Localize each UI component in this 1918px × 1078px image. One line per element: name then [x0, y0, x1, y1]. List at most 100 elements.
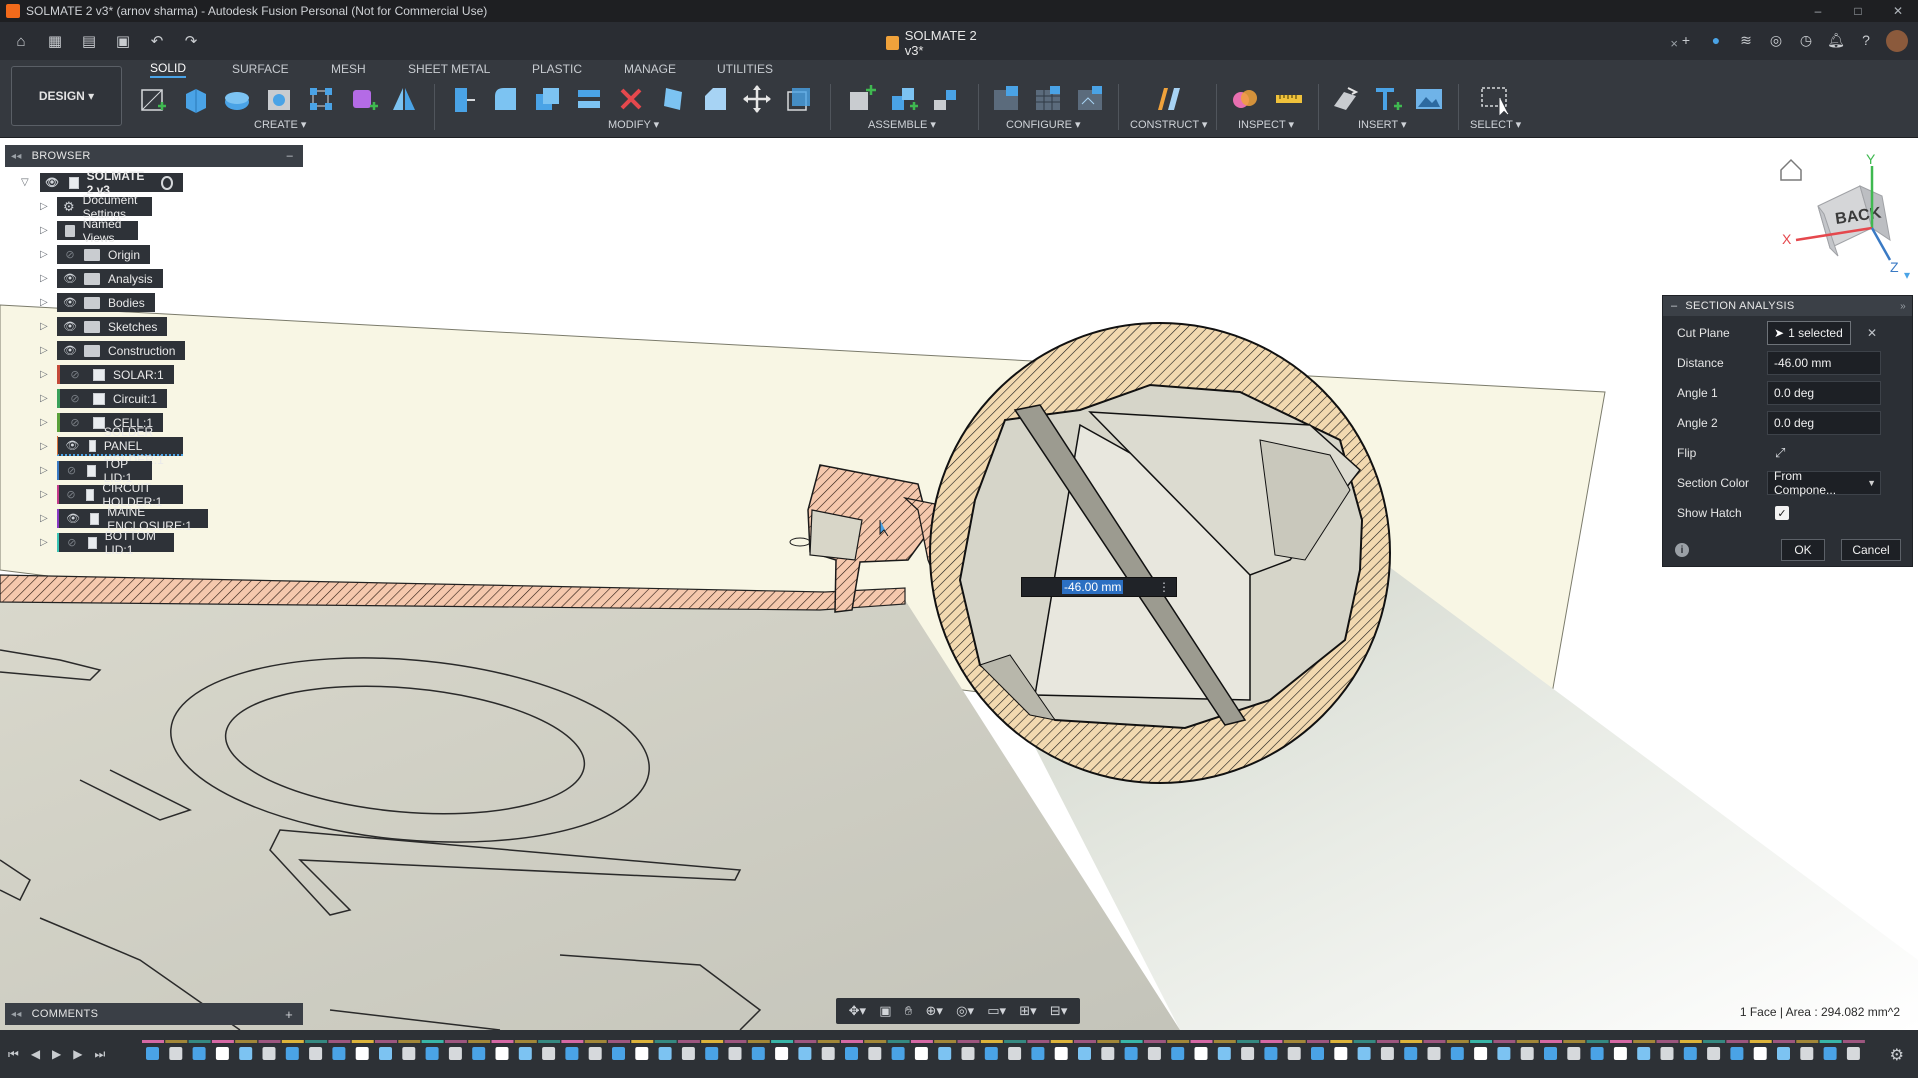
timeline-feature-icon[interactable]	[984, 1047, 998, 1060]
maximize-button[interactable]: □	[1838, 0, 1878, 22]
browser-item[interactable]: ⚙ Document Settings	[57, 193, 152, 221]
tab-utilities[interactable]: UTILITIES	[717, 60, 773, 78]
timeline-feature-icon[interactable]	[938, 1047, 952, 1060]
section-analysis-header[interactable]: – SECTION ANALYSIS »	[1663, 296, 1912, 316]
browser-item[interactable]: 👁︎ Construction	[57, 341, 186, 360]
browser-item[interactable]: 👁︎ MAINE ENCLOSURE:1	[57, 505, 208, 533]
interference-icon[interactable]	[1228, 82, 1262, 116]
zoom-icon[interactable]: ⊕▾	[925, 1003, 942, 1019]
timeline-feature-icon[interactable]	[1777, 1047, 1790, 1060]
configure-rules-icon[interactable]	[1074, 82, 1108, 116]
select-box-icon[interactable]	[1478, 82, 1512, 116]
measure-icon[interactable]	[1272, 82, 1306, 116]
help-icon[interactable]: ?	[1856, 30, 1876, 50]
timeline-feature-icon[interactable]	[1474, 1047, 1488, 1060]
play-icon[interactable]: ▶	[52, 1047, 61, 1062]
split-body-icon[interactable]	[572, 82, 606, 116]
timeline-feature-icon[interactable]	[1660, 1047, 1674, 1060]
timeline-feature-icon[interactable]	[1101, 1047, 1115, 1060]
create-group-label[interactable]: CREATE ▾	[254, 118, 306, 131]
timeline-feature-icon[interactable]	[1031, 1047, 1045, 1060]
timeline-feature-icon[interactable]	[1730, 1047, 1744, 1060]
create-sketch-icon[interactable]	[136, 82, 170, 116]
fit-icon[interactable]: ◎▾	[956, 1003, 974, 1019]
cancel-button[interactable]: Cancel	[1841, 539, 1901, 561]
browser-item[interactable]: ⊘ BOTTOM LID:1	[57, 529, 175, 557]
timeline-feature-icon[interactable]	[821, 1047, 835, 1060]
chevron-right-icon[interactable]: ▷	[40, 345, 50, 356]
timeline-feature-icon[interactable]	[1637, 1047, 1651, 1060]
tab-surface[interactable]: SURFACE	[232, 60, 289, 78]
timeline-feature-icon[interactable]	[1124, 1047, 1138, 1060]
info-icon[interactable]: i	[1675, 543, 1689, 557]
panel-collapse-icon[interactable]: –	[1671, 300, 1677, 312]
timeline-feature-icon[interactable]	[379, 1047, 392, 1060]
home-view-icon[interactable]	[1780, 158, 1802, 181]
clear-selection-icon[interactable]: ✕	[1867, 326, 1877, 340]
timeline-feature-icon[interactable]	[402, 1047, 416, 1060]
timeline-feature-icon[interactable]	[1380, 1047, 1394, 1060]
show-hatch-checkbox[interactable]: ✓	[1775, 506, 1789, 520]
orbit-icon[interactable]: ✥▾	[849, 1003, 866, 1019]
hidden-eye-icon[interactable]: ⊘	[66, 489, 76, 501]
visibility-eye-icon[interactable]: 👁︎	[65, 440, 79, 452]
draft-icon[interactable]	[656, 82, 690, 116]
drag-handle-icon[interactable]: ◂◂	[11, 151, 22, 162]
visibility-eye-icon[interactable]: 👁︎	[62, 345, 78, 357]
grid-icon[interactable]: ▦	[44, 30, 66, 52]
select-group-label[interactable]: SELECT ▾	[1470, 118, 1521, 131]
visibility-eye-icon[interactable]: 👁︎	[62, 321, 78, 333]
timeline-feature-icon[interactable]	[1194, 1047, 1208, 1060]
online-icon[interactable]: ●	[1706, 30, 1726, 50]
browser-item[interactable]: 👁︎ Analysis	[57, 269, 163, 288]
visibility-eye-icon[interactable]: 👁︎	[62, 273, 78, 285]
chevron-down-icon[interactable]: ▽	[21, 177, 31, 188]
workspace-switcher[interactable]: DESIGN ▾	[11, 66, 122, 126]
comments-panel[interactable]: ◂◂ COMMENTS +	[5, 1003, 303, 1025]
timeline-feature-icon[interactable]	[1497, 1047, 1511, 1060]
home-icon[interactable]: ⌂	[10, 30, 32, 52]
browser-item[interactable]: 👁︎ SOLDER PANEL HOLDER:1	[57, 425, 184, 467]
timeline-feature-icon[interactable]	[588, 1047, 602, 1060]
timeline-feature-icon[interactable]	[1404, 1047, 1418, 1060]
create-form-icon[interactable]	[346, 82, 380, 116]
distance-input[interactable]: -46.00 mm	[1767, 351, 1881, 375]
timeline-feature-icon[interactable]	[1171, 1047, 1185, 1060]
tube-section[interactable]	[929, 322, 1391, 784]
browser-item[interactable]: ⊘ SOLAR:1	[57, 365, 174, 384]
as-built-joint-icon[interactable]	[928, 82, 962, 116]
tab-plastic[interactable]: PLASTIC	[532, 60, 582, 78]
timeline-feature-icon[interactable]	[1544, 1047, 1557, 1060]
configure-group-label[interactable]: CONFIGURE ▾	[1006, 118, 1081, 131]
visibility-eye-icon[interactable]: 👁︎	[45, 177, 59, 189]
timeline-feature-icon[interactable]	[705, 1047, 719, 1060]
insert-group-label[interactable]: INSERT ▾	[1358, 118, 1407, 131]
timeline-feature-icon[interactable]	[309, 1047, 323, 1060]
timeline-feature-icon[interactable]	[1334, 1047, 1348, 1060]
canvas-viewport[interactable]	[0, 138, 1918, 1030]
step-back-icon[interactable]: ◀	[31, 1047, 40, 1062]
model-scene[interactable]	[0, 138, 1918, 1030]
timeline-feature-icon[interactable]	[1008, 1047, 1022, 1060]
configure-icon[interactable]	[990, 82, 1024, 116]
hole-icon[interactable]	[262, 82, 296, 116]
browser-root[interactable]: 👁︎ SOLMATE 2 v3	[40, 169, 183, 197]
timeline-feature-icon[interactable]	[285, 1047, 299, 1060]
timeline-settings-icon[interactable]: ⚙	[1890, 1045, 1904, 1065]
chevron-right-icon[interactable]: ▷	[40, 393, 50, 404]
go-to-end-icon[interactable]: ⏭	[95, 1047, 106, 1062]
tab-mesh[interactable]: MESH	[331, 60, 366, 78]
ok-button[interactable]: OK	[1781, 539, 1825, 561]
save-icon[interactable]: ▣	[112, 30, 134, 52]
distance-manipulator-input[interactable]: -46.00 mm ⋮	[1021, 577, 1177, 597]
insert-canvas-icon[interactable]	[1412, 82, 1446, 116]
chevron-right-icon[interactable]: ▷	[40, 441, 50, 452]
timeline-feature-icon[interactable]	[332, 1047, 346, 1060]
timeline-feature-icon[interactable]	[425, 1047, 439, 1060]
timeline-feature-icon[interactable]	[1264, 1047, 1278, 1060]
insert-derive-icon[interactable]	[1328, 82, 1362, 116]
chevron-right-icon[interactable]: ▷	[40, 249, 50, 260]
insert-text-icon[interactable]	[1370, 82, 1404, 116]
timeline-feature-icon[interactable]	[146, 1047, 159, 1060]
offset-plane-icon[interactable]	[1152, 82, 1186, 116]
